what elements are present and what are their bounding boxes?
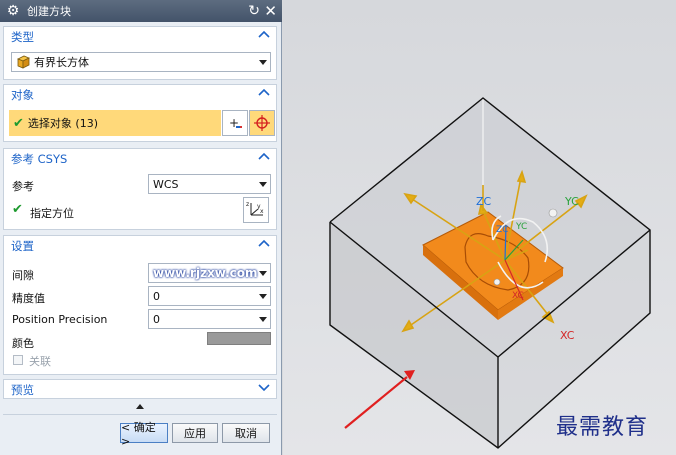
type-dropdown[interactable]: 有界长方体 (11, 52, 271, 72)
select-object-field[interactable]: ✔ 选择对象 (13) (9, 110, 221, 136)
settings-section-title: 设置 (11, 239, 34, 253)
position-precision-input[interactable]: 0 (148, 309, 271, 329)
annotation-arrow (344, 370, 415, 429)
object-section-title: 对象 (11, 88, 34, 102)
gap-label: 间隙 (12, 269, 34, 282)
preview-section-header[interactable]: 预览 (4, 380, 276, 400)
type-dropdown-value: 有界长方体 (34, 56, 89, 69)
add-selection-button[interactable]: + (222, 110, 248, 136)
graphics-viewport[interactable]: ZC YC XC ZC YC XC (283, 0, 676, 455)
associative-label: 关联 (29, 355, 51, 368)
checkmark-icon: ✔ (12, 202, 23, 217)
position-precision-label: Position Precision (12, 313, 108, 326)
csys-section-title: 参考 CSYS (11, 152, 68, 166)
ok-button-label: < 确定 > (121, 420, 156, 448)
gear-icon[interactable]: ⚙ (5, 3, 21, 19)
dialog-title: 创建方块 (27, 5, 71, 18)
preview-section-title: 预览 (11, 383, 34, 397)
axis-label-zc: ZC (476, 195, 492, 208)
position-precision-input-value: 0 (153, 312, 160, 326)
model-scene: ZC YC XC ZC YC XC (329, 97, 651, 449)
object-section-header[interactable]: 对象 (4, 85, 276, 105)
type-section-header[interactable]: 类型 (4, 27, 276, 47)
watermark-text: 最需教育 (556, 415, 649, 440)
svg-text:y: y (257, 203, 261, 210)
reference-dropdown[interactable]: WCS (148, 174, 271, 194)
gap-input[interactable]: www.rjzxw.com (148, 263, 271, 283)
dialog-titlebar: ⚙ 创建方块 ↻ ✕ (0, 0, 282, 22)
cancel-button-label: 取消 (235, 427, 257, 440)
chevron-down-icon[interactable] (258, 382, 270, 392)
cancel-button[interactable]: 取消 (222, 423, 270, 443)
reference-label: 参考 (12, 180, 34, 193)
collapse-more-icon[interactable] (136, 404, 144, 409)
create-block-dialog: ⚙ 创建方块 ↻ ✕ 类型 有界长方体 对象 ✔ 选择对象 (13) + 参考 … (0, 0, 282, 455)
csys-section-header[interactable]: 参考 CSYS (4, 149, 276, 169)
divider (3, 414, 277, 415)
reference-dropdown-value: WCS (153, 177, 179, 191)
precision-label: 精度值 (12, 292, 45, 305)
chevron-up-icon[interactable] (258, 238, 270, 248)
axis-label-xc: XC (560, 329, 575, 342)
dropdown-arrow-icon (259, 182, 267, 187)
checkmark-icon: ✔ (13, 115, 24, 131)
select-object-label: 选择对象 (13) (27, 117, 98, 130)
reset-icon[interactable]: ↻ (248, 3, 260, 19)
close-icon[interactable]: ✕ (264, 2, 277, 20)
object-section: 对象 ✔ 选择对象 (13) + (3, 84, 277, 142)
axis-label-xc-small: XC (512, 291, 524, 301)
chevron-up-icon[interactable] (258, 151, 270, 161)
specify-orientation-label: 指定方位 (30, 207, 74, 220)
block-type-icon (16, 55, 30, 69)
color-label: 颜色 (12, 337, 34, 350)
axis-label-yc-small: YC (515, 222, 527, 232)
settings-section: 设置 间隙 www.rjzxw.com 精度值 0 Position Preci… (3, 235, 277, 375)
apply-button[interactable]: 应用 (172, 423, 218, 443)
svg-text:x: x (260, 208, 264, 215)
associative-checkbox[interactable] (13, 355, 23, 365)
dropdown-arrow-icon (259, 60, 267, 65)
svg-text:z: z (246, 201, 249, 208)
dropdown-arrow-icon (259, 271, 267, 276)
axis-label-yc: YC (564, 195, 579, 208)
color-swatch[interactable] (207, 332, 271, 345)
apply-button-label: 应用 (184, 427, 206, 440)
gap-input-value: www.rjzxw.com (153, 266, 258, 280)
chevron-up-icon[interactable] (258, 29, 270, 39)
type-section: 类型 有界长方体 (3, 26, 277, 80)
csys-dialog-button[interactable]: z xy (243, 197, 269, 223)
dropdown-arrow-icon (259, 317, 267, 322)
csys-section: 参考 CSYS 参考 WCS ✔ 指定方位 z xy (3, 148, 277, 230)
dropdown-arrow-icon (259, 294, 267, 299)
type-section-title: 类型 (11, 30, 34, 44)
axis-label-zc-small: ZC (496, 225, 508, 235)
settings-section-header[interactable]: 设置 (4, 236, 276, 256)
select-target-button[interactable] (249, 110, 275, 136)
preview-section: 预览 (3, 379, 277, 399)
chevron-up-icon[interactable] (258, 87, 270, 97)
ok-button[interactable]: < 确定 > (120, 421, 168, 448)
precision-input[interactable]: 0 (148, 286, 271, 306)
precision-input-value: 0 (153, 289, 160, 303)
